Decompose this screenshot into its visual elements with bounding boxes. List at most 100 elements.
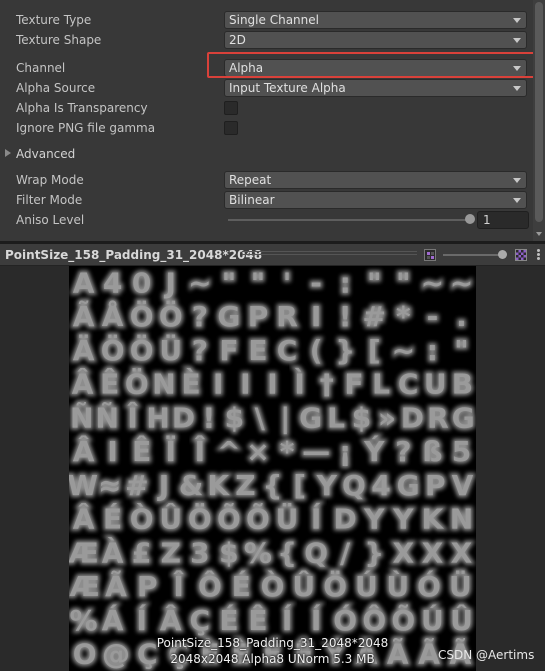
font-atlas-glyphs: AA 44 00 JJ ~~ "" "" '' --:: "" "" ~~ ~~ÃÃ ÅÅ ÖÖ ÖÖ?? GG… [69, 266, 476, 671]
aniso-level-label: Aniso Level [16, 213, 85, 227]
inspector-scrollbar-thumb[interactable] [535, 2, 543, 222]
more-options-icon[interactable] [533, 249, 545, 261]
atlas-glyph: * [280, 435, 295, 468]
mip-level-slider[interactable] [443, 254, 503, 256]
alpha-source-label: Alpha Source [16, 81, 96, 95]
texture-type-dropdown[interactable]: Single Channel [224, 11, 527, 29]
atlas-glyph: Ã [105, 569, 127, 603]
alpha-source-dropdown[interactable]: Input Texture Alpha [224, 79, 527, 97]
atlas-glyph: Ü [449, 569, 472, 603]
atlas-glyph: C [398, 368, 419, 401]
channel-label: Channel [16, 61, 66, 75]
atlas-glyph: J [164, 266, 176, 299]
preview-drag-handle[interactable] [242, 251, 417, 257]
alpha-is-transparency-checkbox[interactable] [224, 101, 238, 115]
foldout-arrow-icon[interactable] [5, 149, 11, 157]
alpha-channel-icon[interactable] [515, 249, 527, 261]
ignore-png-gamma-checkbox[interactable] [224, 121, 238, 135]
atlas-glyph: Ç [190, 604, 211, 637]
atlas-glyph: Z [161, 536, 181, 569]
atlas-glyph: Ú [355, 569, 378, 603]
texture-preview-area: A A 4 4 0 0 J J ~ ~ " " " " ' ' - -:: " " " " ~ ~ ~ ~ Ã Ã Å Å Ö Ö Ö Ö?? G G… [0, 266, 545, 671]
texture-shape-dropdown[interactable]: 2D [224, 31, 527, 49]
atlas-glyph: ≈ [98, 469, 121, 502]
atlas-glyph: { [263, 469, 283, 502]
atlas-glyph: N [450, 503, 473, 536]
texture-import-inspector: Texture Type Single Channel Texture Shap… [0, 0, 538, 241]
atlas-glyph: * [396, 300, 411, 333]
atlas-glyph: Û [450, 603, 473, 637]
filter-mode-dropdown[interactable]: Bilinear [224, 191, 527, 209]
atlas-glyph: V [452, 469, 474, 502]
atlas-glyph: Û [159, 502, 182, 536]
filter-mode-value: Bilinear [229, 193, 275, 207]
texture-shape-label: Texture Shape [16, 33, 102, 47]
atlas-glyph: ~ [392, 334, 415, 367]
scroll-down-icon[interactable] [536, 232, 542, 236]
atlas-glyph: ! [339, 300, 352, 333]
aniso-level-field[interactable]: 1 [477, 211, 529, 229]
atlas-glyph: I [267, 368, 277, 401]
atlas-glyph: Â [73, 502, 95, 536]
atlas-glyph: G [452, 401, 475, 434]
atlas-glyph: U [424, 368, 447, 401]
atlas-glyph: Î [195, 434, 206, 468]
atlas-glyph: Õ [391, 603, 415, 637]
mipmap-icon[interactable] [424, 249, 436, 261]
wrap-mode-dropdown[interactable]: Repeat [224, 171, 527, 189]
atlas-glyph: # [363, 300, 386, 333]
atlas-glyph: ' [283, 266, 292, 299]
atlas-glyph: Ê [248, 603, 267, 637]
atlas-glyph: } [364, 536, 384, 569]
aniso-level-slider[interactable] [228, 219, 470, 221]
atlas-glyph: % [244, 536, 272, 569]
atlas-glyph: $ [225, 401, 244, 434]
filter-mode-label: Filter Mode [16, 193, 83, 207]
atlas-glyph: 3 [190, 536, 209, 569]
atlas-glyph: È [182, 367, 201, 401]
advanced-foldout[interactable]: Advanced [0, 144, 533, 164]
font-atlas-texture: A A 4 4 0 0 J J ~ ~ " " " " ' ' - -:: " " " " ~ ~ ~ ~ Ã Ã Å Å Ö Ö Ö Ö?? G G… [69, 266, 476, 671]
atlas-glyph: Õ [217, 502, 241, 536]
channel-highlight-box [207, 52, 538, 78]
atlas-glyph: D [334, 503, 357, 536]
atlas-glyph: 5 [452, 435, 471, 468]
watermark-text: CSDN @Aertims [438, 648, 535, 662]
atlas-glyph: L [372, 368, 390, 401]
texture-shape-value: 2D [229, 33, 246, 47]
atlas-glyph: C [277, 334, 298, 367]
atlas-glyph: A [73, 266, 95, 299]
atlas-glyph: P [137, 570, 158, 603]
atlas-glyph: Ö [125, 367, 149, 401]
atlas-glyph: D [172, 401, 195, 434]
atlas-glyph: ( [310, 334, 323, 367]
aniso-level-row: Aniso Level 1 [0, 210, 533, 230]
atlas-glyph: 4 [371, 469, 390, 502]
atlas-glyph: I [213, 368, 223, 401]
atlas-glyph: Ä [73, 333, 95, 367]
atlas-glyph: ¡ [339, 435, 352, 468]
atlas-glyph: Î [173, 569, 184, 603]
atlas-glyph: — [302, 435, 330, 468]
atlas-glyph: P [248, 300, 269, 333]
atlas-glyph: Ê [132, 434, 151, 468]
atlas-glyph: Ù [386, 569, 409, 603]
chevron-down-icon [513, 86, 521, 91]
atlas-glyph: " [367, 266, 382, 299]
atlas-glyph: } [335, 334, 355, 367]
atlas-glyph: É [232, 569, 251, 603]
atlas-glyph: [ [368, 334, 381, 367]
atlas-glyph: I [311, 300, 321, 333]
filter-mode-row: Filter Mode Bilinear [0, 190, 533, 210]
atlas-glyph: Ï [166, 434, 176, 468]
preview-header: PointSize_158_Padding_31_2048*2048 [0, 244, 545, 266]
atlas-glyph: | [280, 401, 290, 434]
atlas-glyph: Í [311, 603, 321, 637]
aniso-level-slider-thumb[interactable] [465, 214, 475, 224]
atlas-glyph: Ñ [95, 400, 118, 434]
inspector-scrollbar[interactable] [533, 0, 545, 241]
atlas-glyph: # [125, 469, 148, 502]
mip-level-slider-thumb[interactable] [498, 250, 507, 259]
atlas-glyph: G [397, 469, 420, 502]
atlas-glyph: × [246, 435, 269, 468]
